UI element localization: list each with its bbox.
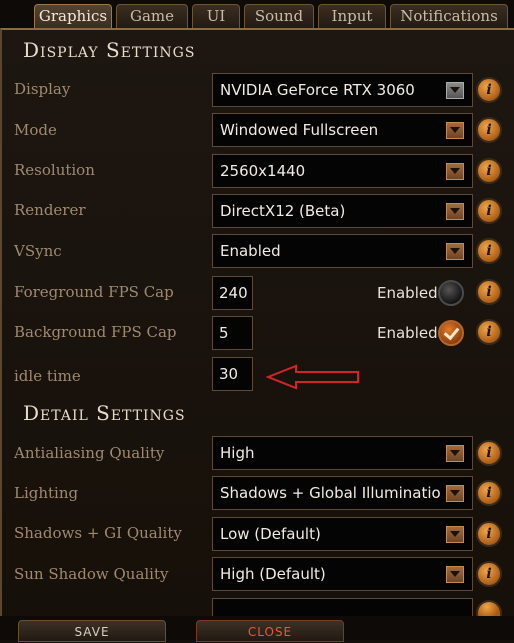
mode-dropdown[interactable]: Windowed Fullscreen [212,113,473,147]
info-icon[interactable]: i [476,77,502,103]
foreground-fps-label: Foreground FPS Cap [14,283,174,301]
renderer-label: Renderer [14,201,86,219]
antialiasing-label: Antialiasing Quality [14,444,165,462]
tab-ui[interactable]: UI [192,4,240,28]
tab-bar: Graphics Game UI Sound Input Notificatio… [0,0,514,30]
chevron-down-icon[interactable] [446,82,464,99]
vsync-label: VSync [14,242,62,260]
antialiasing-dropdown[interactable]: High [212,436,473,470]
info-icon[interactable]: i [476,198,502,224]
background-fps-input[interactable]: 5 [212,316,253,350]
chevron-down-icon[interactable] [446,163,464,180]
shadows-gi-label: Shadows + GI Quality [14,524,182,542]
chevron-down-icon[interactable] [446,566,464,583]
chevron-down-icon[interactable] [446,485,464,502]
renderer-dropdown[interactable]: DirectX12 (Beta) [212,194,473,228]
display-settings-title: Display Settings [23,38,196,62]
tab-notifications[interactable]: Notifications [390,4,508,28]
footer-bar: SAVE CLOSE [0,616,514,642]
next-setting-dropdown[interactable] [212,598,473,616]
tab-sound[interactable]: Sound [244,4,314,28]
chevron-down-icon[interactable] [446,203,464,220]
display-dropdown[interactable]: NVIDIA GeForce RTX 3060 [212,73,473,107]
chevron-down-icon[interactable] [446,526,464,543]
sun-shadow-value: High (Default) [220,565,326,583]
sun-shadow-label: Sun Shadow Quality [14,565,169,583]
chevron-down-icon[interactable] [446,445,464,462]
info-icon[interactable]: i [476,158,502,184]
info-icon[interactable]: i [476,561,502,587]
foreground-fps-toggle[interactable] [438,280,464,306]
background-fps-toggle[interactable] [438,320,464,346]
close-button[interactable]: CLOSE [196,620,344,642]
vsync-value: Enabled [220,242,281,260]
display-label: Display [14,80,71,98]
background-fps-toggle-label: Enabled [377,324,438,342]
shadows-gi-value: Low (Default) [220,525,321,543]
chevron-down-icon[interactable] [446,243,464,260]
red-arrow-annotation [266,364,359,390]
background-fps-label: Background FPS Cap [14,323,177,341]
foreground-fps-toggle-label: Enabled [377,284,438,302]
info-icon[interactable]: i [476,238,502,264]
lighting-value: Shadows + Global Illuminatio [220,484,441,502]
chevron-down-icon[interactable] [446,122,464,139]
resolution-dropdown[interactable]: 2560x1440 [212,154,473,188]
lighting-label: Lighting [14,484,79,502]
foreground-fps-input[interactable]: 240 [212,276,253,310]
mode-label: Mode [14,121,57,139]
detail-settings-title: Detail Settings [23,401,186,425]
info-icon[interactable]: i [476,279,502,305]
antialiasing-value: High [220,444,255,462]
lighting-dropdown[interactable]: Shadows + Global Illuminatio [212,476,473,510]
resolution-value: 2560x1440 [220,162,306,180]
info-icon[interactable]: i [476,440,502,466]
resolution-label: Resolution [14,161,95,179]
info-icon[interactable]: i [476,117,502,143]
vsync-dropdown[interactable]: Enabled [212,234,473,268]
info-icon[interactable]: i [476,319,502,345]
display-value: NVIDIA GeForce RTX 3060 [220,81,415,99]
sun-shadow-dropdown[interactable]: High (Default) [212,557,473,591]
idle-time-input[interactable]: 30 [212,357,253,391]
mode-value: Windowed Fullscreen [220,121,379,139]
tab-graphics[interactable]: Graphics [34,4,112,28]
renderer-value: DirectX12 (Beta) [220,202,346,220]
idle-time-label: idle time [14,367,81,385]
info-icon[interactable]: i [476,480,502,506]
tab-game[interactable]: Game [116,4,188,28]
tab-input[interactable]: Input [318,4,386,28]
shadows-gi-dropdown[interactable]: Low (Default) [212,517,473,551]
info-icon[interactable]: i [476,521,502,547]
save-button[interactable]: SAVE [18,620,166,642]
